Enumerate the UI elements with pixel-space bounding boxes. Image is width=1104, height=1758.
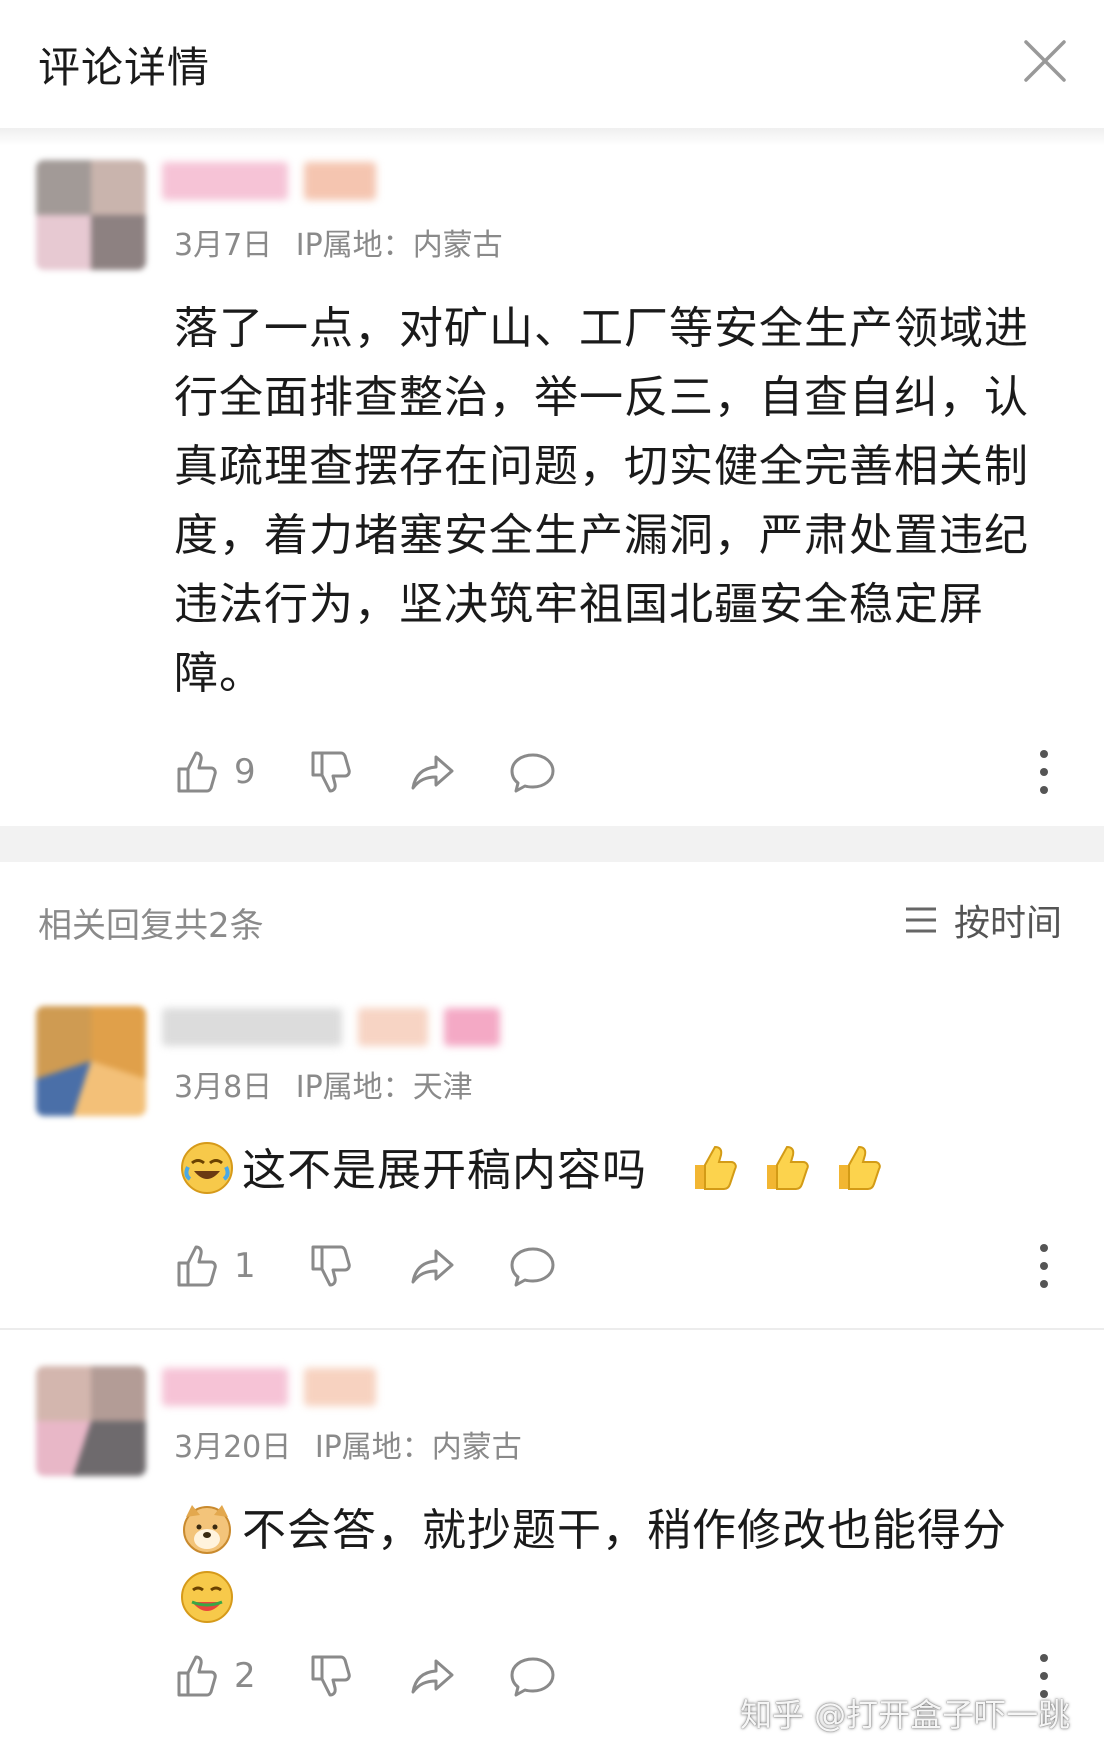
doge-emoji-icon bbox=[183, 1505, 231, 1554]
comment-bubble-icon bbox=[510, 1657, 555, 1697]
avatar[interactable] bbox=[36, 1006, 146, 1116]
share-button[interactable] bbox=[408, 742, 458, 802]
section-separator bbox=[0, 826, 1104, 862]
more-options-button[interactable] bbox=[1032, 746, 1056, 798]
replies-count-title: 相关回复共2条 bbox=[38, 906, 264, 946]
sort-label: 按时间 bbox=[954, 903, 1063, 944]
avatar[interactable] bbox=[36, 1366, 146, 1476]
username-blurred[interactable] bbox=[162, 1008, 500, 1050]
page-header: 评论详情 bbox=[0, 0, 1104, 128]
reply-date: 3月8日 bbox=[174, 1070, 273, 1105]
reply-text-row: 不会答，就抄题干，稍作修改也能得分 bbox=[180, 1496, 1040, 1634]
like-count: 2 bbox=[234, 1656, 256, 1696]
thumbs-up-icon bbox=[177, 751, 217, 793]
ip-label: IP属地： bbox=[295, 1070, 413, 1105]
reply-button[interactable] bbox=[508, 1236, 558, 1296]
share-button[interactable] bbox=[408, 1236, 458, 1296]
share-button[interactable] bbox=[408, 1646, 458, 1706]
more-vertical-icon bbox=[1040, 1244, 1048, 1288]
reply-meta: 3月8日 IP属地：天津 bbox=[174, 1062, 473, 1106]
thumbs-up-emoji-icon bbox=[695, 1145, 737, 1190]
menu-lines-icon bbox=[906, 907, 936, 933]
dislike-button[interactable] bbox=[308, 1236, 358, 1296]
avatar[interactable] bbox=[36, 160, 146, 270]
reply-text-row: 这不是展开稿内容吗 bbox=[180, 1136, 1040, 1205]
reply-divider bbox=[0, 1328, 1104, 1330]
like-button[interactable]: 1 bbox=[174, 1236, 256, 1296]
comment-bubble-icon bbox=[510, 1247, 555, 1287]
share-icon bbox=[411, 755, 454, 790]
like-button[interactable]: 9 bbox=[174, 742, 256, 802]
page-title: 评论详情 bbox=[38, 43, 211, 92]
dislike-button[interactable] bbox=[308, 1646, 358, 1706]
ip-label: IP属地： bbox=[314, 1430, 432, 1465]
sort-button[interactable]: 按时间 bbox=[904, 894, 1062, 946]
comment-date: 3月7日 bbox=[174, 228, 273, 263]
reply-button[interactable] bbox=[508, 742, 558, 802]
dislike-button[interactable] bbox=[308, 742, 358, 802]
reply-button[interactable] bbox=[508, 1646, 558, 1706]
like-count: 9 bbox=[234, 752, 256, 792]
username-blurred[interactable] bbox=[162, 1368, 376, 1410]
ip-label: IP属地： bbox=[295, 228, 413, 263]
like-count: 1 bbox=[234, 1246, 256, 1286]
thumbs-up-icon bbox=[177, 1245, 217, 1287]
share-icon bbox=[411, 1249, 454, 1284]
laugh-cry-emoji-icon bbox=[181, 1142, 233, 1194]
comment-text: 落了一点，对矿山、工厂等安全生产领域进行全面排查整治，举一反三，自查自纠，认真疏… bbox=[174, 303, 1029, 699]
share-icon bbox=[411, 1659, 454, 1694]
ip-location: 内蒙古 bbox=[412, 228, 503, 263]
thumbs-up-emoji-icon bbox=[839, 1145, 881, 1190]
comment-meta: 3月7日 IP属地：内蒙古 bbox=[174, 220, 503, 264]
reply-text: 这不是展开稿内容吗 bbox=[242, 1145, 647, 1196]
ip-location: 天津 bbox=[412, 1070, 473, 1105]
close-button[interactable] bbox=[1020, 36, 1070, 86]
thumbs-up-icon bbox=[177, 1655, 217, 1697]
thumbs-down-icon bbox=[311, 1655, 351, 1697]
ip-location: 内蒙古 bbox=[431, 1430, 522, 1465]
watermark: 知乎 @打开盒子吓一跳 bbox=[740, 1696, 1071, 1734]
more-options-button[interactable] bbox=[1032, 1240, 1056, 1292]
thumbs-down-icon bbox=[311, 1245, 351, 1287]
more-vertical-icon bbox=[1040, 750, 1048, 794]
comment-bubble-icon bbox=[510, 753, 555, 793]
thumbs-down-icon bbox=[311, 751, 351, 793]
thumbs-up-emoji-icon bbox=[767, 1145, 809, 1190]
header-divider bbox=[0, 128, 1104, 146]
close-icon bbox=[1024, 40, 1066, 82]
reply-text: 不会答，就抄题干，稍作修改也能得分 bbox=[242, 1505, 1007, 1556]
username-blurred[interactable] bbox=[162, 162, 376, 204]
like-button[interactable]: 2 bbox=[174, 1646, 256, 1706]
reply-actions: 1 bbox=[174, 1236, 1054, 1296]
reply-meta: 3月20日 IP属地：内蒙古 bbox=[174, 1422, 522, 1466]
reply-date: 3月20日 bbox=[174, 1430, 292, 1465]
comment-actions: 9 bbox=[174, 742, 1054, 802]
watermelon-face-emoji-icon bbox=[181, 1571, 233, 1623]
